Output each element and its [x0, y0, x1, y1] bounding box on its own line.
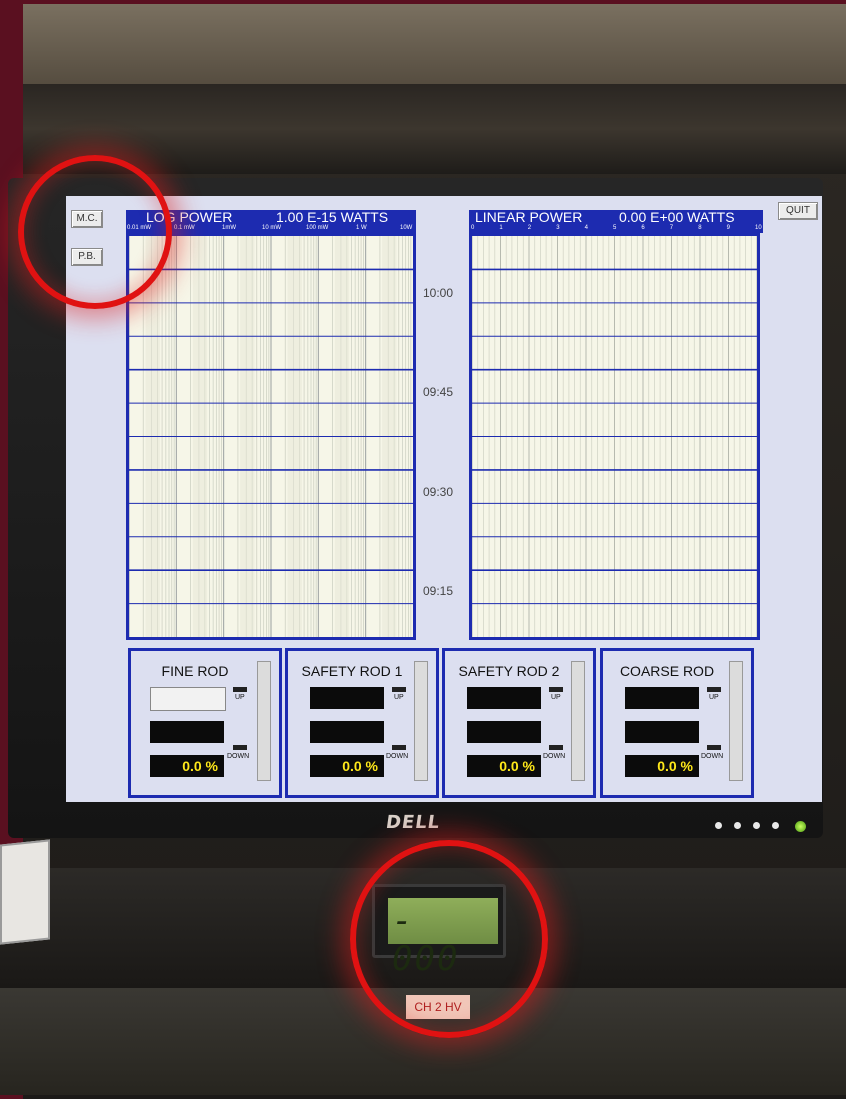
linear-scale-tick: 6 [641, 225, 645, 231]
linear-power-chart [469, 233, 760, 640]
rod-title: SAFETY ROD 2 [458, 663, 560, 679]
ceiling [23, 4, 846, 84]
linear-power-label: LINEAR POWER [475, 210, 583, 224]
linear-scale-tick: 2 [527, 225, 532, 231]
control-screen: M.C. P.B. QUIT LOG POWER 1.00 E-15 WATTS… [66, 196, 822, 802]
rod-percent-display: 0.0 % [150, 755, 224, 777]
log-scale-tick: 100 mW [306, 225, 329, 231]
linear-scale-tick: 0 [471, 225, 475, 231]
down-indicator [707, 745, 721, 750]
log-scale-tick: 1 W [356, 225, 367, 231]
down-indicator [549, 745, 563, 750]
time-label: 09:15 [423, 584, 454, 598]
up-indicator [392, 687, 406, 692]
rod-percent: 0.0 % [499, 758, 535, 774]
monitor-buttons [715, 822, 779, 829]
highlight-ring-buttons [18, 155, 172, 309]
linear-power-scale: 0 1 2 3 4 5 6 7 8 9 10 [469, 224, 763, 233]
down-indicator [392, 745, 406, 750]
power-led-icon [795, 821, 806, 832]
log-scale-tick: 10 mW [262, 225, 282, 231]
down-label: DOWN [386, 753, 409, 760]
log-scale-tick: 1mW [222, 225, 236, 231]
log-power-chart [126, 233, 416, 640]
rod-display [310, 721, 384, 743]
rack-shelf [23, 84, 846, 174]
rod-percent: 0.0 % [342, 758, 378, 774]
linear-power-header: LINEAR POWER 0.00 E+00 WATTS [469, 210, 763, 224]
time-label: 09:30 [423, 485, 454, 499]
rod-percent-display: 0.0 % [467, 755, 541, 777]
rod-position-field [625, 687, 699, 709]
rod-title: FINE ROD [161, 663, 229, 679]
up-indicator [233, 687, 247, 692]
linear-scale-tick: 10 [755, 225, 762, 231]
safety-rod-1-panel: SAFETY ROD 1 UP DOWN 0.0 % [285, 648, 439, 798]
down-label: DOWN [701, 753, 724, 760]
safety-rod-2-panel: SAFETY ROD 2 UP DOWN 0.0 % [442, 648, 596, 798]
linear-scale-tick: 4 [584, 225, 588, 231]
linear-scale-tick: 1 [499, 225, 503, 231]
coarse-rod-panel: COARSE ROD UP DOWN 0.0 % [600, 648, 754, 798]
log-scale-tick: 0.1 mW [174, 225, 195, 231]
rod-display [467, 721, 541, 743]
rod-position-field [467, 687, 541, 709]
rod-position-field[interactable] [150, 687, 226, 711]
time-label: 10:00 [423, 286, 454, 300]
up-indicator [549, 687, 563, 692]
up-indicator [707, 687, 721, 692]
rod-position-bar [257, 661, 271, 781]
rod-title: COARSE ROD [619, 663, 715, 679]
down-label: DOWN [543, 753, 566, 760]
highlight-ring-meter [350, 840, 548, 1038]
up-label: UP [235, 694, 245, 701]
side-plaque [0, 839, 50, 945]
rod-position-field [310, 687, 384, 709]
rod-position-bar [729, 661, 743, 781]
time-label: 09:45 [423, 385, 454, 399]
up-label: UP [394, 694, 404, 701]
log-scale-tick: 10W [400, 225, 413, 231]
rod-percent-display: 0.0 % [310, 755, 384, 777]
rod-display [150, 721, 224, 743]
up-label: UP [551, 694, 561, 701]
rod-percent: 0.0 % [182, 758, 218, 774]
monitor-brand-logo: DELL [384, 812, 442, 833]
linear-scale-tick: 9 [726, 225, 730, 231]
rod-position-bar [414, 661, 428, 781]
log-power-value: 1.00 E-15 WATTS [276, 210, 389, 224]
quit-button[interactable]: QUIT [778, 202, 818, 220]
up-label: UP [709, 694, 719, 701]
linear-scale-tick: 5 [613, 225, 617, 231]
down-indicator [233, 745, 247, 750]
rod-display [625, 721, 699, 743]
rod-percent: 0.0 % [657, 758, 693, 774]
linear-scale-tick: 3 [556, 225, 560, 231]
linear-scale-tick: 7 [669, 225, 674, 231]
rod-title: SAFETY ROD 1 [301, 663, 403, 679]
down-label: DOWN [227, 753, 250, 760]
rod-position-bar [571, 661, 585, 781]
rod-percent-display: 0.0 % [625, 755, 699, 777]
linear-power-value: 0.00 E+00 WATTS [619, 210, 735, 224]
linear-scale-tick: 8 [698, 225, 702, 231]
fine-rod-panel: FINE ROD UP DOWN 0.0 % [128, 648, 282, 798]
